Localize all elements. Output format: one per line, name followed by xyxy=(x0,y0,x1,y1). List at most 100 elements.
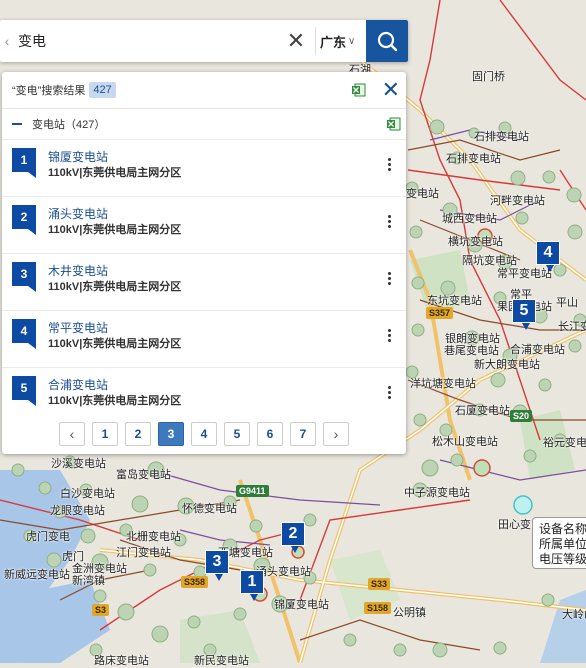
result-name[interactable]: 锦厦变电站 xyxy=(48,148,108,165)
map-label: 固门桥 xyxy=(472,71,505,83)
more-options-icon[interactable] xyxy=(388,215,392,228)
road-shield: S358 xyxy=(181,576,209,588)
map-marker[interactable]: 2 xyxy=(281,522,305,553)
map-label: 石排变电站 xyxy=(474,131,529,143)
page-button[interactable]: 5 xyxy=(224,422,250,446)
map-label: 石排变电站 xyxy=(446,153,501,165)
page-button-active[interactable]: 3 xyxy=(158,422,184,446)
map-label: 公明镇 xyxy=(393,607,426,619)
map-label: 城西变电站 xyxy=(442,213,497,225)
map-label: 富岛变电站 xyxy=(116,469,171,481)
info-line: 设备名称 xyxy=(539,522,586,536)
map-label: 虎门 xyxy=(62,551,84,563)
selected-substation[interactable] xyxy=(513,495,533,515)
result-subtitle: 110kV|东莞供电局主网分区 xyxy=(48,167,182,179)
map-label: 新大朗变电站 xyxy=(474,359,540,371)
map-label: 裕元变电 xyxy=(543,437,586,449)
result-name[interactable]: 涌头变电站 xyxy=(48,205,108,222)
info-line: 电压等级 xyxy=(539,552,586,566)
result-index-badge: 4 xyxy=(12,319,36,349)
map-label: 长江变 xyxy=(558,321,586,333)
map-marker[interactable]: 1 xyxy=(240,570,264,601)
result-index-badge: 2 xyxy=(12,205,36,235)
map-label: 路床变电站 xyxy=(94,655,149,667)
search-results-panel: “变电”搜索结果 427 ✕ 变电站（427） 1 锦厦变电站 110kV|东莞… xyxy=(2,72,406,454)
result-item[interactable]: 2 涌头变电站 110kV|东莞供电局主网分区 xyxy=(2,196,406,253)
map-label: 虎门变电 xyxy=(26,531,70,543)
excel-export-icon[interactable] xyxy=(352,83,366,97)
excel-export-icon[interactable] xyxy=(387,117,401,131)
map-label: 常平变电站 xyxy=(497,268,552,280)
road-shield: S3 xyxy=(92,604,110,616)
result-index-badge: 5 xyxy=(12,376,36,406)
more-options-icon[interactable] xyxy=(388,272,392,285)
map-label: 中子源变电站 xyxy=(404,487,470,499)
map-label: 大岭山 xyxy=(562,609,586,621)
collapse-icon[interactable] xyxy=(12,123,22,125)
map-label: 沙溪变电站 xyxy=(51,458,106,470)
map-marker[interactable]: 4 xyxy=(536,241,560,272)
close-icon[interactable]: ✕ xyxy=(382,79,400,101)
back-chevron-icon[interactable]: ‹ xyxy=(0,33,14,49)
map-marker[interactable]: 3 xyxy=(205,550,229,581)
region-select[interactable]: 广东 ∨ xyxy=(320,32,366,51)
page-button[interactable]: 7 xyxy=(290,422,316,446)
map-label: 新湾镇 xyxy=(72,575,105,587)
map-label: 合浦变电站 xyxy=(510,344,565,356)
results-count-badge: 427 xyxy=(89,82,116,98)
info-line: 所属单位 xyxy=(539,537,586,551)
result-subtitle: 110kV|东莞供电局主网分区 xyxy=(48,395,182,407)
results-title: “变电”搜索结果 xyxy=(12,85,86,97)
group-label: 变电站（427） xyxy=(32,119,106,131)
map-label: 变电站 xyxy=(406,188,439,200)
road-shield: S158 xyxy=(364,602,392,614)
result-subtitle: 110kV|东莞供电局主网分区 xyxy=(48,281,182,293)
road-shield: G9411 xyxy=(236,485,269,497)
map-label: 河畔变电站 xyxy=(490,195,545,207)
result-subtitle: 110kV|东莞供电局主网分区 xyxy=(48,224,182,236)
pagination-next-button[interactable]: › xyxy=(323,422,349,446)
more-options-icon[interactable] xyxy=(388,386,392,399)
result-name[interactable]: 木井变电站 xyxy=(48,262,108,279)
map-label: 东坑变电站 xyxy=(427,295,482,307)
result-item[interactable]: 1 锦厦变电站 110kV|东莞供电局主网分区 xyxy=(2,139,406,196)
page-button[interactable]: 2 xyxy=(125,422,151,446)
result-item[interactable]: 4 常平变电站 110kV|东莞供电局主网分区 xyxy=(2,310,406,367)
pagination: ‹ 1 2 3 4 5 6 7 › xyxy=(2,422,406,446)
result-index-badge: 3 xyxy=(12,262,36,292)
map-label: 新民变电站 xyxy=(194,655,249,667)
page-button[interactable]: 6 xyxy=(257,422,283,446)
road-shield: S357 xyxy=(426,307,454,319)
map-label: 横坑变电站 xyxy=(448,236,503,248)
search-bar: ‹ 变电 ✕ 广东 ∨ xyxy=(0,20,408,62)
map-label: 石厦变电站 xyxy=(455,405,510,417)
result-subtitle: 110kV|东莞供电局主网分区 xyxy=(48,338,182,350)
road-shield: S33 xyxy=(368,578,391,590)
map-marker[interactable]: 5 xyxy=(512,299,536,330)
more-options-icon[interactable] xyxy=(388,329,392,342)
result-item[interactable]: 5 合浦变电站 110kV|东莞供电局主网分区 xyxy=(2,367,406,424)
map-label: 平山 xyxy=(556,297,578,309)
map-label: 龙眼变电站 xyxy=(50,505,105,517)
page-button[interactable]: 4 xyxy=(191,422,217,446)
map-label: 松木山变电站 xyxy=(432,436,498,448)
result-item[interactable]: 3 木井变电站 110kV|东莞供电局主网分区 xyxy=(2,253,406,310)
divider xyxy=(315,27,316,55)
map-label: 锦厦变电站 xyxy=(274,599,329,611)
result-group-header[interactable]: 变电站（427） xyxy=(2,109,406,139)
map-label: 涌头变电站 xyxy=(256,566,311,578)
result-index-badge: 1 xyxy=(12,148,36,178)
search-input[interactable]: 变电 xyxy=(14,31,281,51)
search-icon xyxy=(377,31,398,52)
device-info-popup[interactable]: 设备名称 所属单位 电压等级 xyxy=(532,517,586,569)
map-label: 白沙变电站 xyxy=(60,488,115,500)
pagination-prev-button[interactable]: ‹ xyxy=(59,422,85,446)
map-label: 江门变电站 xyxy=(116,547,171,559)
page-button[interactable]: 1 xyxy=(92,422,118,446)
clear-icon[interactable]: ✕ xyxy=(281,20,311,62)
more-options-icon[interactable] xyxy=(388,158,392,171)
result-name[interactable]: 常平变电站 xyxy=(48,319,108,336)
result-name[interactable]: 合浦变电站 xyxy=(48,376,108,393)
map-label: 北栅变电站 xyxy=(126,531,181,543)
search-button[interactable] xyxy=(366,20,408,62)
